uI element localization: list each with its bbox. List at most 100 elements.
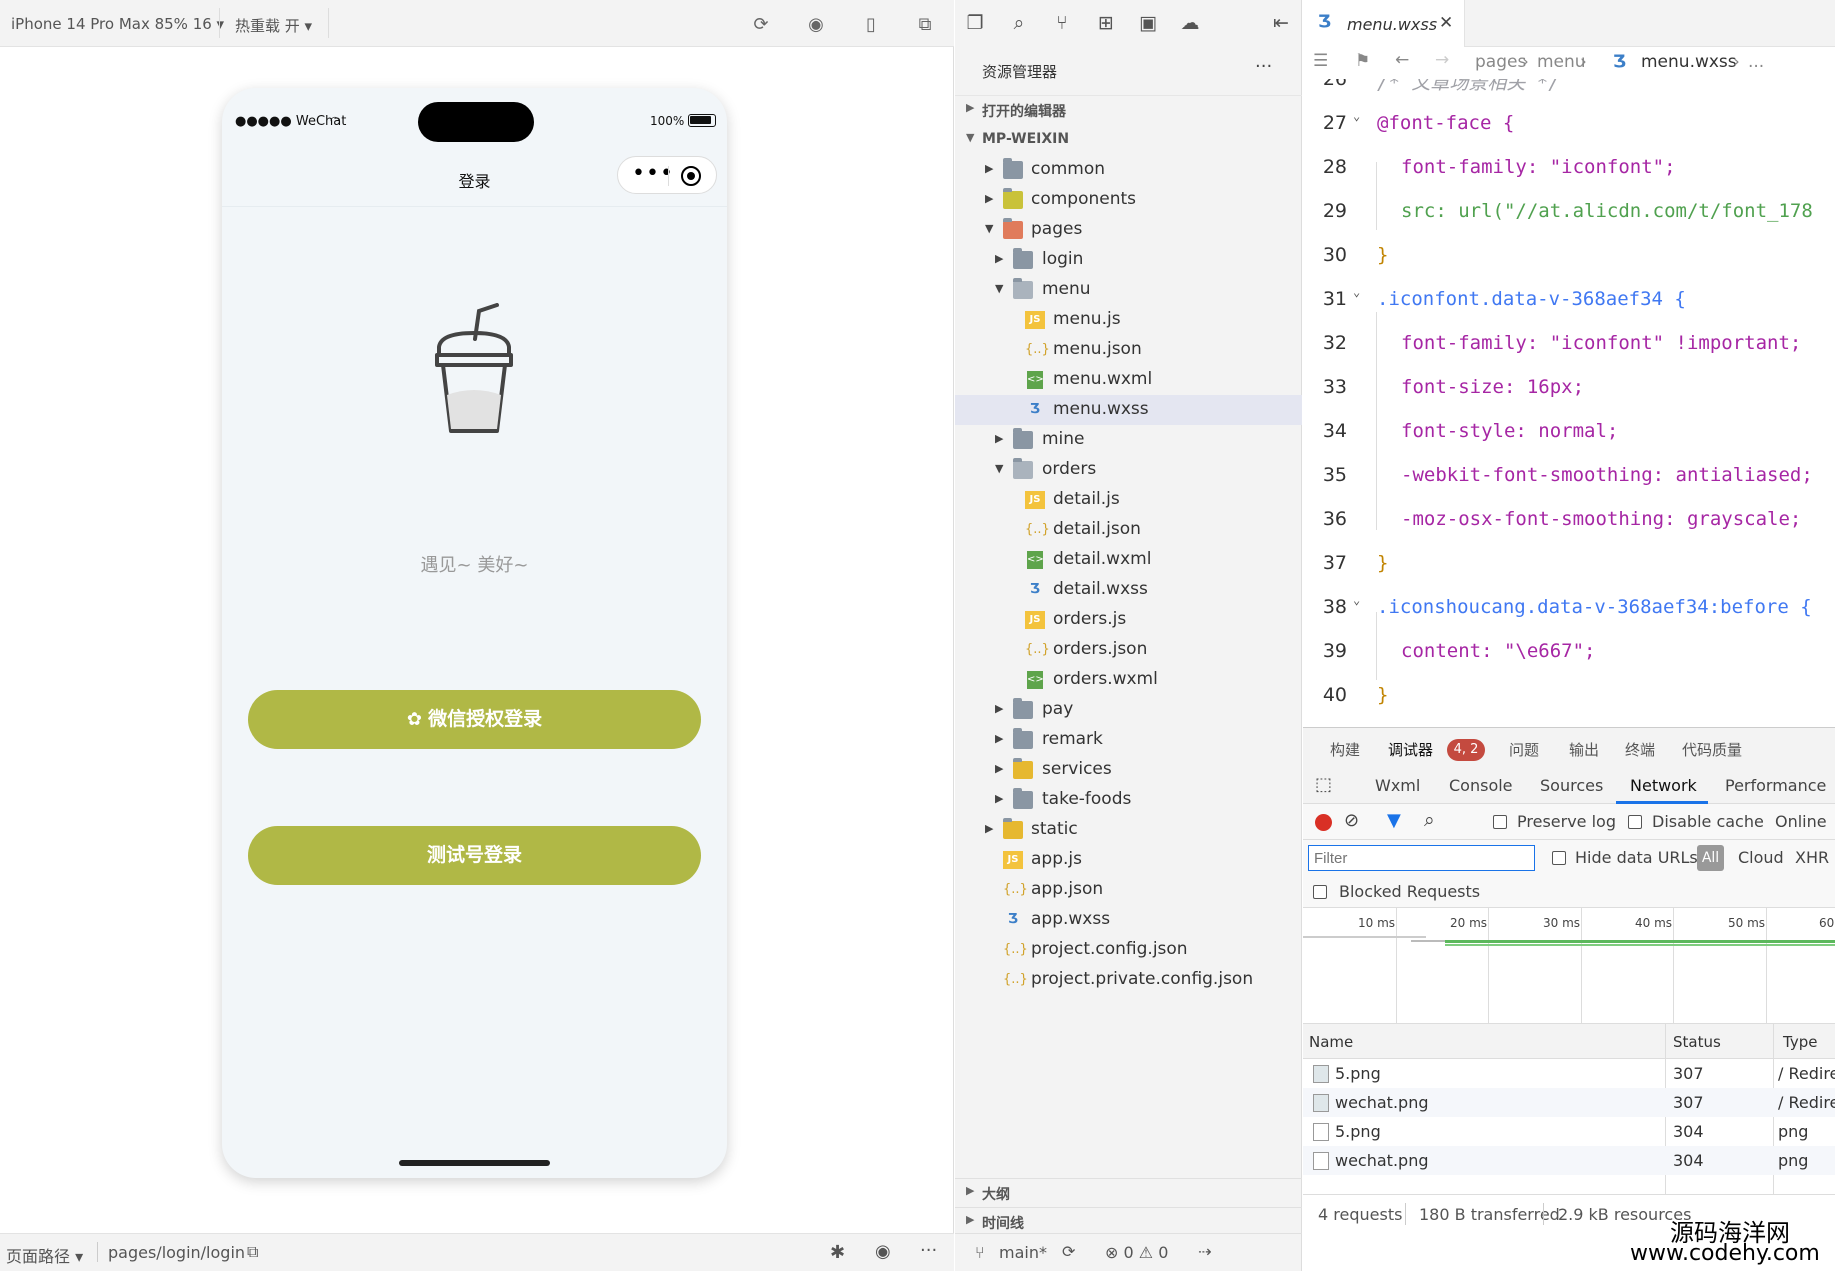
tree-folder-common[interactable]: ▶ common <box>955 155 1302 185</box>
tree-folder-static[interactable]: ▶ static <box>955 815 1302 845</box>
column-name[interactable]: Name <box>1309 1033 1353 1051</box>
tab-menu-wxss[interactable]: Ʒ menu.wxss ✕ <box>1303 0 1465 47</box>
test-account-login-button[interactable]: 测试号登录 <box>248 826 701 885</box>
back-arrow-icon[interactable]: ← <box>1395 50 1409 70</box>
search-icon[interactable]: ⌕ <box>1424 809 1435 831</box>
tree-file-app-wxss[interactable]: Ʒ app.wxss <box>955 905 1302 935</box>
tab-wxml[interactable]: Wxml <box>1375 776 1420 795</box>
tree-file-orders-wxml[interactable]: <> orders.wxml <box>955 665 1302 695</box>
tree-file-project-config[interactable]: {..} project.config.json <box>955 935 1302 965</box>
tree-folder-components[interactable]: ▶ components <box>955 185 1302 215</box>
extensions-icon[interactable]: ⊞ <box>1095 12 1117 34</box>
eye-icon[interactable]: ◉ <box>875 1241 891 1262</box>
device-selector[interactable]: iPhone 14 Pro Max 85% 16 ▾ <box>11 15 224 33</box>
blocked-requests-checkbox[interactable] <box>1313 885 1327 899</box>
list-icon[interactable]: ☰ <box>1313 51 1328 71</box>
page-path-dropdown[interactable]: 页面路径 ▾ <box>6 1243 83 1267</box>
phone-icon[interactable]: ▯ <box>860 14 882 36</box>
tree-file-menu-wxml[interactable]: <> menu.wxml <box>955 365 1302 395</box>
tab-code-quality[interactable]: 代码质量 <box>1682 739 1742 760</box>
tree-file-menu-js[interactable]: JS menu.js <box>955 305 1302 335</box>
outline-section[interactable]: ▶ 大纲 <box>955 1178 1302 1206</box>
tree-folder-pay[interactable]: ▶ pay <box>955 695 1302 725</box>
files-icon[interactable]: ❐ <box>964 12 986 34</box>
network-timeline[interactable]: 10 ms 20 ms 30 ms 40 ms 50 ms 60 <box>1303 908 1835 1024</box>
filter-icon[interactable]: ▼ <box>1387 810 1401 831</box>
tree-folder-pages[interactable]: ▼ pages <box>955 215 1302 245</box>
tree-folder-take-foods[interactable]: ▶ take-foods <box>955 785 1302 815</box>
disable-cache-checkbox[interactable] <box>1628 815 1642 829</box>
breadcrumb-item[interactable]: menu <box>1537 52 1586 72</box>
tree-folder-menu[interactable]: ▼ menu <box>955 275 1302 305</box>
open-editors-section[interactable]: ▶ 打开的编辑器 <box>955 95 1302 123</box>
chevron-down-icon[interactable]: ⌄ <box>1353 285 1360 299</box>
save-icon[interactable]: ▣ <box>1137 12 1159 34</box>
clear-icon[interactable]: ⊘ <box>1344 810 1359 831</box>
table-row[interactable]: wechat.png 304 png <box>1303 1146 1835 1175</box>
tab-output[interactable]: 输出 <box>1569 739 1599 760</box>
hot-reload-toggle[interactable]: 热重载 开 ▾ <box>235 15 312 36</box>
refresh-icon[interactable]: ⟳ <box>750 14 772 36</box>
forward-arrow-icon[interactable]: → <box>1435 50 1449 70</box>
tab-problems[interactable]: 问题 <box>1509 739 1539 760</box>
tree-file-detail-wxml[interactable]: <> detail.wxml <box>955 545 1302 575</box>
tree-folder-remark[interactable]: ▶ remark <box>955 725 1302 755</box>
column-status[interactable]: Status <box>1673 1033 1721 1051</box>
close-miniprogram-icon[interactable] <box>681 166 701 186</box>
collapse-panel-icon[interactable]: ⇤ <box>1270 12 1292 34</box>
tab-console[interactable]: Console <box>1449 776 1513 795</box>
tab-network[interactable]: Network <box>1630 776 1697 795</box>
filter-all-button[interactable]: All <box>1697 845 1724 871</box>
bookmark-icon[interactable]: ⚑ <box>1355 51 1370 71</box>
tab-terminal[interactable]: 终端 <box>1625 739 1655 760</box>
git-branch-label[interactable]: main* <box>999 1243 1047 1262</box>
filter-input[interactable] <box>1308 845 1535 871</box>
tab-sources[interactable]: Sources <box>1540 776 1603 795</box>
more-icon[interactable]: ··· <box>920 1240 937 1261</box>
search-icon[interactable]: ⌕ <box>1008 12 1030 34</box>
tab-performance[interactable]: Performance <box>1725 776 1826 795</box>
tab-debugger[interactable]: 调试器 <box>1388 739 1433 760</box>
chevron-down-icon[interactable]: ⌄ <box>1353 593 1360 607</box>
tree-folder-services[interactable]: ▶ services <box>955 755 1302 785</box>
tree-folder-mine[interactable]: ▶ mine <box>955 425 1302 455</box>
breadcrumb-item[interactable]: pages <box>1475 52 1526 72</box>
column-type[interactable]: Type <box>1783 1033 1817 1051</box>
tree-folder-login[interactable]: ▶ login <box>955 245 1302 275</box>
tab-build[interactable]: 构建 <box>1330 739 1360 760</box>
tree-file-project-private-config[interactable]: {..} project.private.config.json <box>955 965 1302 995</box>
more-icon[interactable]: ··· <box>1255 56 1272 77</box>
table-row[interactable]: 5.png 307 / Redire <box>1303 1059 1835 1088</box>
copy-icon[interactable]: ⧉ <box>247 1242 258 1262</box>
close-icon[interactable]: ✕ <box>1439 13 1453 33</box>
sync-icon[interactable]: ⟳ <box>1062 1242 1075 1261</box>
source-control-icon[interactable]: ⑂ <box>1051 12 1073 34</box>
tree-folder-orders[interactable]: ▼ orders <box>955 455 1302 485</box>
tree-file-detail-js[interactable]: JS detail.js <box>955 485 1302 515</box>
tree-file-app-json[interactable]: {..} app.json <box>955 875 1302 905</box>
table-row[interactable]: wechat.png 307 / Redire <box>1303 1088 1835 1117</box>
tree-file-detail-wxss[interactable]: Ʒ detail.wxss <box>955 575 1302 605</box>
bug-icon[interactable]: ✱ <box>830 1242 845 1263</box>
tree-file-orders-js[interactable]: JS orders.js <box>955 605 1302 635</box>
record-icon[interactable] <box>1315 814 1332 831</box>
table-row[interactable]: 5.png 304 png <box>1303 1117 1835 1146</box>
filter-xhr-button[interactable]: XHR <box>1795 848 1829 867</box>
tree-file-detail-json[interactable]: {..} detail.json <box>955 515 1302 545</box>
record-icon[interactable]: ◉ <box>805 14 827 36</box>
inspect-element-icon[interactable]: ⬚ <box>1315 774 1332 795</box>
wechat-login-button[interactable]: ✿ 微信授权登录 <box>248 690 701 749</box>
tree-file-orders-json[interactable]: {..} orders.json <box>955 635 1302 665</box>
live-share-icon[interactable]: ⇢ <box>1198 1242 1211 1261</box>
code-area[interactable]: 26 /* 文章场景相关 */ 27 ⌄ @font-face { 28 fon… <box>1303 79 1835 727</box>
tree-file-menu-wxss-selected[interactable]: Ʒ menu.wxss <box>955 395 1302 425</box>
throttling-dropdown[interactable]: Online <box>1775 812 1827 831</box>
filter-cloud-button[interactable]: Cloud <box>1738 848 1784 867</box>
tree-file-menu-json[interactable]: {..} menu.json <box>955 335 1302 365</box>
docker-icon[interactable]: ☁ <box>1179 12 1201 34</box>
tree-file-app-js[interactable]: JS app.js <box>955 845 1302 875</box>
project-section[interactable]: ▼ MP-WEIXIN <box>955 126 1302 154</box>
problems-counter[interactable]: ⊗ 0 ⚠ 0 <box>1105 1243 1168 1262</box>
breadcrumb-item[interactable]: menu.wxss <box>1641 52 1737 72</box>
detach-window-icon[interactable]: ⧉ <box>914 14 936 36</box>
